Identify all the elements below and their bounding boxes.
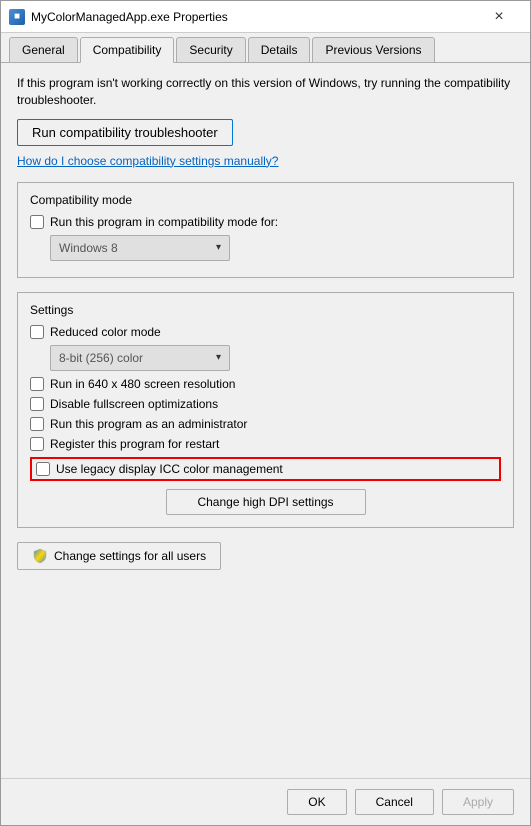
properties-dialog: ■ MyColorManagedApp.exe Properties × Gen… <box>0 0 531 826</box>
compat-os-arrow: ▾ <box>216 242 221 253</box>
legacy-icc-checkbox[interactable] <box>36 462 50 476</box>
compat-os-value: Windows 8 <box>59 241 118 255</box>
color-depth-arrow: ▾ <box>216 352 221 363</box>
compatibility-mode-label: Compatibility mode <box>30 193 501 207</box>
info-text: If this program isn't working correctly … <box>17 75 514 109</box>
compat-mode-row: Run this program in compatibility mode f… <box>30 215 501 229</box>
disable-fullscreen-label: Disable fullscreen optimizations <box>50 397 218 411</box>
title-bar: ■ MyColorManagedApp.exe Properties × <box>1 1 530 33</box>
tab-general[interactable]: General <box>9 37 78 62</box>
shield-icon <box>32 548 48 564</box>
compat-mode-checkbox-label: Run this program in compatibility mode f… <box>50 215 278 229</box>
dialog-title: MyColorManagedApp.exe Properties <box>31 10 228 24</box>
run-admin-row: Run this program as an administrator <box>30 417 501 431</box>
tab-content: If this program isn't working correctly … <box>1 63 530 778</box>
resolution-640-label: Run in 640 x 480 screen resolution <box>50 377 235 391</box>
troubleshooter-button[interactable]: Run compatibility troubleshooter <box>17 119 233 146</box>
tab-strip: General Compatibility Security Details P… <box>1 33 530 63</box>
all-users-button[interactable]: Change settings for all users <box>17 542 221 570</box>
app-icon: ■ <box>9 9 25 25</box>
reduced-color-row: Reduced color mode <box>30 325 501 339</box>
register-restart-label: Register this program for restart <box>50 437 219 451</box>
tab-previous-versions[interactable]: Previous Versions <box>312 37 434 62</box>
register-restart-row: Register this program for restart <box>30 437 501 451</box>
run-admin-checkbox[interactable] <box>30 417 44 431</box>
settings-section: Settings Reduced color mode 8-bit (256) … <box>17 292 514 528</box>
title-bar-left: ■ MyColorManagedApp.exe Properties <box>9 9 228 25</box>
apply-button[interactable]: Apply <box>442 789 514 815</box>
res-640-row: Run in 640 x 480 screen resolution <box>30 377 501 391</box>
compat-mode-checkbox[interactable] <box>30 215 44 229</box>
help-link[interactable]: How do I choose compatibility settings m… <box>17 154 514 168</box>
color-depth-dropdown[interactable]: 8-bit (256) color ▾ <box>50 345 230 371</box>
resolution-640-checkbox[interactable] <box>30 377 44 391</box>
ok-button[interactable]: OK <box>287 789 346 815</box>
tab-details[interactable]: Details <box>248 37 311 62</box>
disable-fullscreen-row: Disable fullscreen optimizations <box>30 397 501 411</box>
tab-compatibility[interactable]: Compatibility <box>80 37 175 63</box>
settings-label: Settings <box>30 303 501 317</box>
register-restart-checkbox[interactable] <box>30 437 44 451</box>
compatibility-mode-section: Compatibility mode Run this program in c… <box>17 182 514 278</box>
all-users-label: Change settings for all users <box>54 549 206 563</box>
cancel-button[interactable]: Cancel <box>355 789 434 815</box>
dialog-footer: OK Cancel Apply <box>1 778 530 825</box>
legacy-icc-label: Use legacy display ICC color management <box>56 462 283 476</box>
reduced-color-label: Reduced color mode <box>50 325 161 339</box>
close-button[interactable]: × <box>476 1 522 33</box>
disable-fullscreen-checkbox[interactable] <box>30 397 44 411</box>
tab-security[interactable]: Security <box>176 37 245 62</box>
legacy-icc-row: Use legacy display ICC color management <box>30 457 501 481</box>
run-admin-label: Run this program as an administrator <box>50 417 247 431</box>
all-users-row: Change settings for all users <box>17 542 514 570</box>
compat-os-dropdown[interactable]: Windows 8 ▾ <box>50 235 230 261</box>
reduced-color-checkbox[interactable] <box>30 325 44 339</box>
color-depth-value: 8-bit (256) color <box>59 351 143 365</box>
change-dpi-button[interactable]: Change high DPI settings <box>166 489 366 515</box>
